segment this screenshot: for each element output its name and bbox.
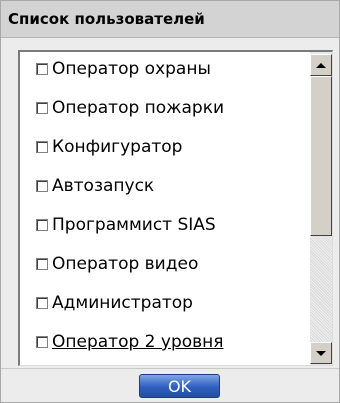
list-item[interactable]: Оператор видео <box>20 247 310 283</box>
list-item[interactable]: Конфигуратор <box>20 130 310 166</box>
scroll-up-button[interactable] <box>310 54 332 76</box>
list-item-label: Оператор 2 уровня <box>52 332 224 352</box>
checkbox[interactable] <box>36 180 48 192</box>
list-item-label: Оператор пожарки <box>52 98 225 118</box>
checkbox[interactable] <box>36 297 48 309</box>
list-item[interactable]: Администратор <box>20 286 310 322</box>
arrow-up-icon <box>316 62 326 68</box>
list-item[interactable]: Программист SIAS <box>20 208 310 244</box>
scroll-thumb[interactable] <box>310 76 332 236</box>
scroll-down-button[interactable] <box>310 342 332 364</box>
checkbox[interactable] <box>36 336 48 348</box>
list-item-label: Конфигуратор <box>52 137 183 157</box>
list-item[interactable]: Автозапуск <box>20 169 310 205</box>
user-list: Оператор охраны Оператор пожарки Конфигу… <box>20 52 310 365</box>
titlebar: Список пользователей <box>1 1 339 38</box>
ok-button-label: OK <box>167 376 192 396</box>
checkbox[interactable] <box>36 63 48 75</box>
list-item[interactable]: Оператор пожарки <box>20 91 310 127</box>
list-item-label: Оператор видео <box>52 254 199 274</box>
checkbox[interactable] <box>36 102 48 114</box>
separator <box>1 368 339 369</box>
checkbox[interactable] <box>36 219 48 231</box>
list-item-label: Оператор охраны <box>52 59 211 79</box>
list-item-label: Администратор <box>52 293 193 313</box>
vertical-scrollbar[interactable] <box>310 52 332 365</box>
list-item[interactable]: Оператор охраны <box>20 52 310 88</box>
list-item-label: Программист SIAS <box>52 215 216 235</box>
list-item[interactable]: Оператор 2 уровня <box>20 325 310 361</box>
list-item-label: Автозапуск <box>52 176 155 196</box>
window-title: Список пользователей <box>8 10 205 28</box>
ok-button[interactable]: OK <box>139 374 220 398</box>
checkbox[interactable] <box>36 258 48 270</box>
checkbox[interactable] <box>36 141 48 153</box>
user-listbox[interactable]: Оператор охраны Оператор пожарки Конфигу… <box>18 50 333 366</box>
user-list-window: Список пользователей Оператор охраны Опе… <box>0 0 340 403</box>
arrow-down-icon <box>316 350 326 356</box>
